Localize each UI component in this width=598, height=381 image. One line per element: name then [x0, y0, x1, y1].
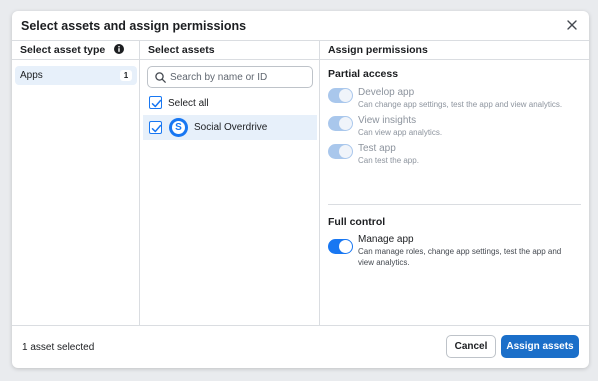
full-control-title: Full control — [328, 216, 386, 228]
permission-description: Can test the app. — [358, 156, 419, 165]
permission-test-app: Test app Can test the app. — [328, 143, 578, 171]
close-icon — [567, 20, 577, 30]
develop-app-toggle[interactable] — [328, 88, 353, 103]
section-divider — [328, 204, 581, 205]
asset-type-column: Select asset type Apps 1 — [12, 41, 140, 325]
permission-develop-app: Develop app Can change app settings, tes… — [328, 87, 578, 115]
asset-type-header-label: Select asset type — [20, 44, 106, 56]
assign-assets-dialog: Select assets and assign permissions Sel… — [12, 11, 589, 368]
manage-app-toggle[interactable] — [328, 239, 353, 254]
permission-description: Can change app settings, test the app an… — [358, 100, 563, 109]
permission-name: Manage app — [358, 234, 414, 245]
asset-type-item-apps[interactable]: Apps 1 — [15, 66, 137, 85]
permission-description: Can view app analytics. — [358, 128, 443, 137]
permission-manage-app: Manage app Can manage roles, change app … — [328, 234, 578, 268]
permission-description: Can manage roles, change app settings, t… — [358, 247, 562, 267]
dialog-header: Select assets and assign permissions — [12, 11, 589, 41]
app-logo-letter: S — [172, 121, 185, 134]
asset-name: Social Overdrive — [194, 122, 268, 133]
permission-name: Test app — [358, 143, 396, 154]
asset-type-count-badge: 1 — [120, 70, 132, 81]
permission-name: Develop app — [358, 87, 415, 98]
permission-view-insights: View insights Can view app analytics. — [328, 115, 578, 143]
permission-name: View insights — [358, 115, 417, 126]
asset-search — [147, 66, 313, 88]
cancel-button[interactable]: Cancel — [446, 335, 496, 358]
permissions-header: Assign permissions — [320, 41, 589, 60]
select-all-checkbox[interactable] — [149, 96, 162, 109]
dialog-footer: 1 asset selected Cancel Assign assets — [12, 325, 589, 368]
assign-assets-button[interactable]: Assign assets — [501, 335, 579, 358]
checkmark-icon — [151, 124, 162, 133]
search-input[interactable] — [170, 70, 308, 85]
checkmark-icon — [151, 99, 162, 108]
permissions-column: Assign permissions Partial access Develo… — [320, 41, 589, 325]
select-all-label[interactable]: Select all — [168, 98, 209, 109]
dialog-title: Select assets and assign permissions — [21, 19, 247, 33]
select-assets-header: Select assets — [140, 41, 319, 60]
view-insights-toggle[interactable] — [328, 116, 353, 131]
asset-type-header: Select asset type — [12, 41, 139, 60]
partial-access-title: Partial access — [328, 68, 399, 80]
info-icon[interactable] — [114, 44, 125, 54]
close-button[interactable] — [564, 17, 580, 33]
selected-count-text: 1 asset selected — [22, 342, 95, 353]
asset-type-label: Apps — [20, 70, 43, 81]
select-assets-column: Select assets Select all S Social Ov — [140, 41, 320, 325]
app-logo-icon: S — [169, 118, 188, 137]
asset-checkbox[interactable] — [149, 121, 162, 134]
asset-row-social-overdrive[interactable]: S Social Overdrive — [143, 115, 317, 140]
search-icon — [155, 72, 166, 83]
test-app-toggle[interactable] — [328, 144, 353, 159]
